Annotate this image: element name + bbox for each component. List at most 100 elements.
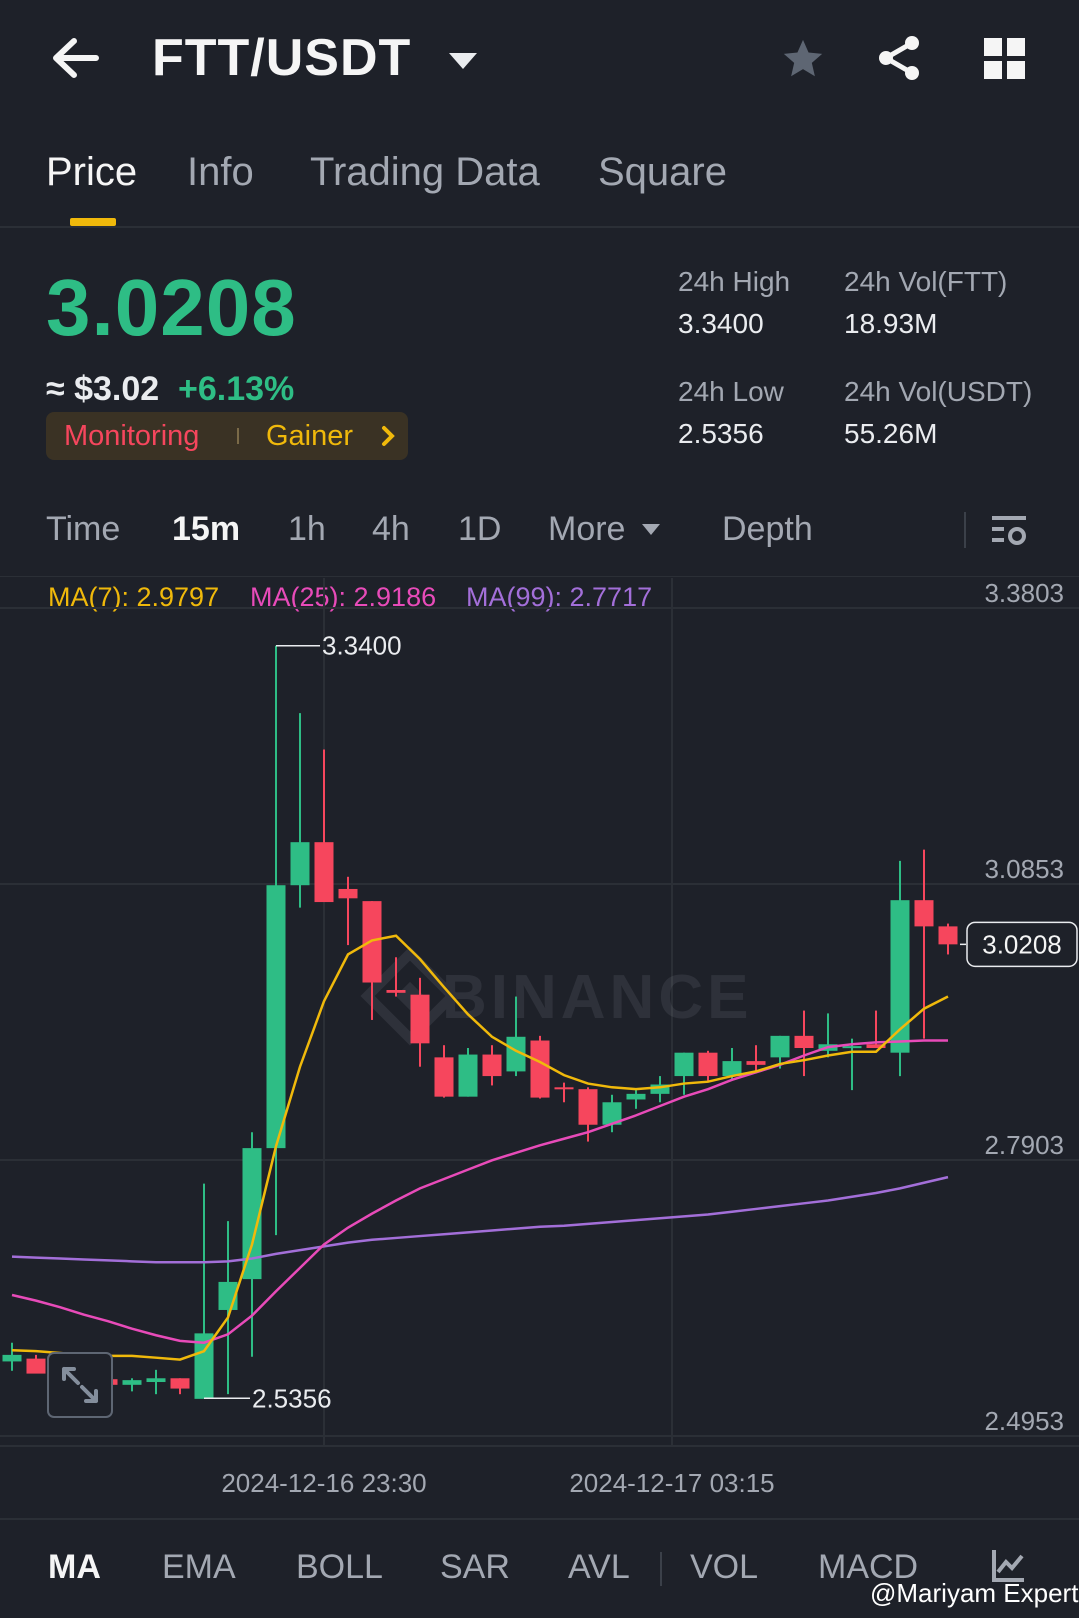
- candle: [2, 1342, 22, 1371]
- candle: [482, 1045, 502, 1086]
- candle-body: [626, 1093, 646, 1100]
- candle-body: [410, 994, 430, 1044]
- chevron-right-icon: [380, 424, 396, 453]
- candle-body: [674, 1052, 694, 1077]
- candle-body: [386, 990, 406, 993]
- candle: [818, 1013, 838, 1058]
- low-value: 2.5356: [678, 418, 764, 449]
- last-price-label: 3.0208: [982, 929, 1062, 959]
- top-bar: FTT/USDT: [0, 0, 1079, 120]
- last-price: 3.0208: [46, 263, 297, 352]
- candle-body: [938, 926, 958, 945]
- vol-ftt-value: 18.93M: [844, 308, 938, 339]
- monitoring-tag: Monitoring: [64, 420, 200, 452]
- x-axis: 2024-12-16 23:30 2024-12-17 03:15: [221, 1468, 774, 1498]
- candle: [170, 1378, 190, 1395]
- ma25-line: [11, 1039, 948, 1344]
- change-percent: +6.13%: [178, 370, 295, 408]
- candle-body: [458, 1054, 478, 1097]
- more-caret-icon: [642, 524, 660, 535]
- interval-1d[interactable]: 1D: [458, 510, 501, 549]
- candle-body: [578, 1089, 598, 1125]
- y-tick-label: 3.0853: [984, 854, 1064, 884]
- divider: [964, 512, 966, 548]
- candle: [626, 1090, 646, 1109]
- gainer-tag: Gainer: [266, 420, 354, 452]
- candle: [842, 1038, 862, 1091]
- tab-info[interactable]: Info: [187, 150, 254, 195]
- candle: [314, 749, 334, 903]
- candle: [938, 923, 958, 955]
- indicator-sar[interactable]: SAR: [440, 1548, 510, 1587]
- caret-down-icon: [448, 53, 477, 70]
- chart-settings-icon[interactable]: [990, 512, 1028, 555]
- candle: [434, 1045, 454, 1098]
- candle: [146, 1369, 166, 1395]
- tab-square[interactable]: Square: [598, 150, 727, 195]
- candle-body: [266, 885, 286, 1149]
- tab-trading-data[interactable]: Trading Data: [310, 150, 540, 195]
- y-tick-label: 2.4953: [984, 1406, 1064, 1436]
- indicator-boll[interactable]: BOLL: [296, 1548, 383, 1587]
- candle-body: [770, 1035, 790, 1058]
- tag-box[interactable]: Monitoring Gainer: [46, 412, 408, 460]
- candle-body: [122, 1380, 142, 1385]
- interval-bar: [0, 490, 1079, 577]
- x-tick-label: 2024-12-17 03:15: [569, 1468, 774, 1498]
- candle-body: [146, 1378, 166, 1383]
- candle-body: [914, 900, 934, 927]
- candle: [698, 1050, 718, 1081]
- candle-body: [794, 1035, 814, 1049]
- high-marker-label: 3.3400: [322, 631, 402, 661]
- candle: [890, 860, 910, 1077]
- candle-body: [434, 1057, 454, 1097]
- vol-usdt-value: 55.26M: [844, 418, 938, 449]
- grid-icon[interactable]: [984, 38, 1026, 80]
- candle: [26, 1354, 46, 1374]
- candle: [650, 1076, 670, 1103]
- active-tab-indicator: [70, 218, 116, 226]
- indicator-avl[interactable]: AVL: [568, 1548, 630, 1587]
- candle-body: [482, 1054, 502, 1077]
- interval-4h[interactable]: 4h: [372, 510, 410, 549]
- candle-body: [842, 1046, 862, 1049]
- candle-body: [26, 1358, 46, 1374]
- candle: [338, 876, 358, 946]
- x-tick-label: 2024-12-16 23:30: [221, 1468, 426, 1498]
- credit-text: @Mariyam Expert: [870, 1578, 1079, 1608]
- interval-15m[interactable]: 15m: [172, 510, 240, 549]
- candle: [530, 1035, 550, 1099]
- candle: [674, 1052, 694, 1095]
- watermark-text: BINANCE: [442, 963, 752, 1032]
- indicator-ema[interactable]: EMA: [162, 1548, 236, 1587]
- divider: [660, 1552, 662, 1586]
- share-icon[interactable]: [876, 34, 924, 82]
- candle: [218, 1221, 238, 1395]
- interval-1h[interactable]: 1h: [288, 510, 326, 549]
- low-label: 24h Low: [678, 376, 784, 407]
- tab-price[interactable]: Price: [46, 150, 137, 195]
- candlestick-chart[interactable]: BINANCE 3.3400 2.5356 3.0208 3.3803 3.0853 2…: [0, 578, 1079, 1518]
- candle-body: [746, 1061, 766, 1065]
- vol-ftt-label: 24h Vol(FTT): [844, 266, 1008, 297]
- pair-selector[interactable]: FTT/USDT: [152, 28, 477, 88]
- interval-more[interactable]: More: [548, 510, 625, 549]
- tag-divider: [237, 428, 239, 444]
- main-tabs: Price Info Trading Data Square: [0, 140, 1079, 228]
- candle: [794, 1010, 814, 1077]
- low-marker-label: 2.5356: [252, 1383, 332, 1413]
- candle: [122, 1378, 142, 1392]
- candle-body: [2, 1354, 22, 1362]
- high-label: 24h High: [678, 266, 791, 297]
- indicator-ma[interactable]: MA: [48, 1548, 101, 1587]
- pair-title: FTT/USDT: [152, 29, 412, 87]
- candle-body: [314, 842, 334, 903]
- usd-value: ≈ $3.02: [46, 370, 160, 408]
- star-icon[interactable]: [780, 36, 826, 82]
- interval-depth[interactable]: Depth: [722, 510, 813, 549]
- indicator-vol[interactable]: VOL: [690, 1548, 758, 1587]
- interval-time[interactable]: Time: [46, 510, 120, 549]
- back-arrow-icon[interactable]: [50, 36, 100, 80]
- candle-body: [698, 1052, 718, 1077]
- high-value: 3.3400: [678, 308, 764, 339]
